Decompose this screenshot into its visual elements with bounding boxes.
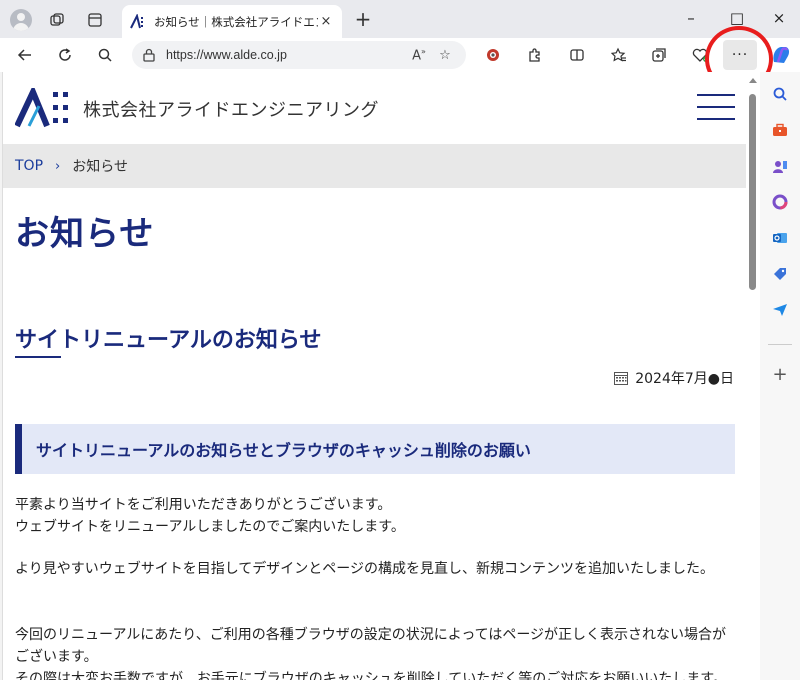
- favorite-star-icon[interactable]: ☆: [434, 48, 456, 63]
- sidebar-shopping-icon[interactable]: [770, 264, 790, 284]
- hamburger-menu-icon[interactable]: [697, 94, 735, 120]
- article-title: サイトリニューアルのお知らせ: [15, 328, 322, 353]
- notice-heading: サイトリニューアルのお知らせとブラウザのキャッシュ削除のお願い: [15, 424, 735, 474]
- scrollbar-thumb[interactable]: [749, 94, 756, 290]
- page-viewport: 株式会社アライドエンジニアリング TOP › お知らせ お知らせ サイトリニュー…: [2, 72, 746, 680]
- sidebar-office-icon[interactable]: [770, 192, 790, 212]
- date-text: 2024年7月●日: [635, 371, 734, 387]
- sidebar-games-icon[interactable]: [770, 156, 790, 176]
- split-screen-icon[interactable]: [564, 42, 590, 68]
- back-icon[interactable]: [12, 42, 38, 68]
- health-icon[interactable]: [688, 42, 714, 68]
- close-window-button[interactable]: ×: [764, 6, 794, 30]
- tab-title: お知らせ｜株式会社アライドエンジニ: [154, 14, 318, 29]
- page-scrollbar[interactable]: [746, 72, 760, 680]
- more-icon[interactable]: ···: [723, 40, 757, 70]
- sidebar-add-icon[interactable]: +: [770, 364, 790, 385]
- favorites-icon[interactable]: [606, 42, 632, 68]
- paragraph-2: ウェブサイトをリニューアルしましたのでご案内いたします。: [15, 519, 405, 535]
- sidebar-divider: [768, 344, 792, 345]
- edge-sidebar: +: [760, 72, 800, 680]
- calendar-icon: [614, 372, 629, 385]
- read-aloud-icon[interactable]: A»: [408, 47, 430, 63]
- sidebar-outlook-icon[interactable]: [770, 228, 790, 248]
- company-name[interactable]: 株式会社アライドエンジニアリング: [83, 96, 379, 122]
- tab-bar: お知らせ｜株式会社アライドエンジニ × + – □ ×: [0, 0, 800, 38]
- title-underline: [15, 356, 61, 358]
- site-favicon-icon: [130, 13, 143, 28]
- collections-icon[interactable]: [646, 42, 672, 68]
- site-header: 株式会社アライドエンジニアリング: [3, 72, 746, 144]
- paragraph-1: 平素より当サイトをご利用いただきありがとうございます。: [15, 497, 392, 513]
- lock-icon[interactable]: [142, 48, 156, 62]
- sidebar-tools-icon[interactable]: [770, 120, 790, 140]
- paragraph-4: 今回のリニューアルにあたり、ご利用の各種ブラウザの設定の状況によってはページが正…: [15, 627, 727, 665]
- page-title: お知らせ: [15, 214, 155, 254]
- company-logo-icon[interactable]: [15, 88, 73, 128]
- paragraph-5: その際は大変お手数ですが、お手元にブラウザのキャッシュを削除していただく等のご対…: [15, 671, 727, 680]
- breadcrumb-separator: ›: [55, 158, 61, 174]
- new-tab-button[interactable]: +: [352, 9, 374, 31]
- extension-icon[interactable]: [480, 42, 506, 68]
- profile-avatar[interactable]: [10, 9, 32, 31]
- tab-actions-icon[interactable]: [84, 9, 106, 31]
- article-date: 2024年7月●日: [613, 368, 734, 388]
- sidebar-send-icon[interactable]: [770, 300, 790, 320]
- maximize-button[interactable]: □: [722, 6, 752, 30]
- copilot-icon[interactable]: [770, 44, 792, 66]
- address-bar[interactable]: https://www.alde.co.jp A» ☆: [132, 41, 466, 69]
- breadcrumb: TOP › お知らせ: [3, 144, 746, 188]
- paragraph-3: より見やすいウェブサイトを目指してデザインとページの構成を見直し、新規コンテンツ…: [15, 561, 715, 577]
- active-tab[interactable]: お知らせ｜株式会社アライドエンジニ ×: [122, 5, 342, 38]
- tab-close-icon[interactable]: ×: [318, 14, 334, 29]
- url-text[interactable]: https://www.alde.co.jp: [166, 48, 404, 62]
- minimize-button[interactable]: –: [676, 6, 706, 30]
- search-icon[interactable]: [92, 42, 118, 68]
- puzzle-icon[interactable]: [522, 42, 548, 68]
- workspaces-icon[interactable]: [46, 9, 68, 31]
- refresh-icon[interactable]: [52, 42, 78, 68]
- scroll-up-arrow-icon[interactable]: [749, 78, 757, 83]
- browser-toolbar: https://www.alde.co.jp A» ☆ ···: [0, 38, 800, 72]
- sidebar-search-icon[interactable]: [770, 84, 790, 104]
- breadcrumb-current: お知らせ: [72, 159, 128, 175]
- breadcrumb-home-link[interactable]: TOP: [15, 158, 43, 174]
